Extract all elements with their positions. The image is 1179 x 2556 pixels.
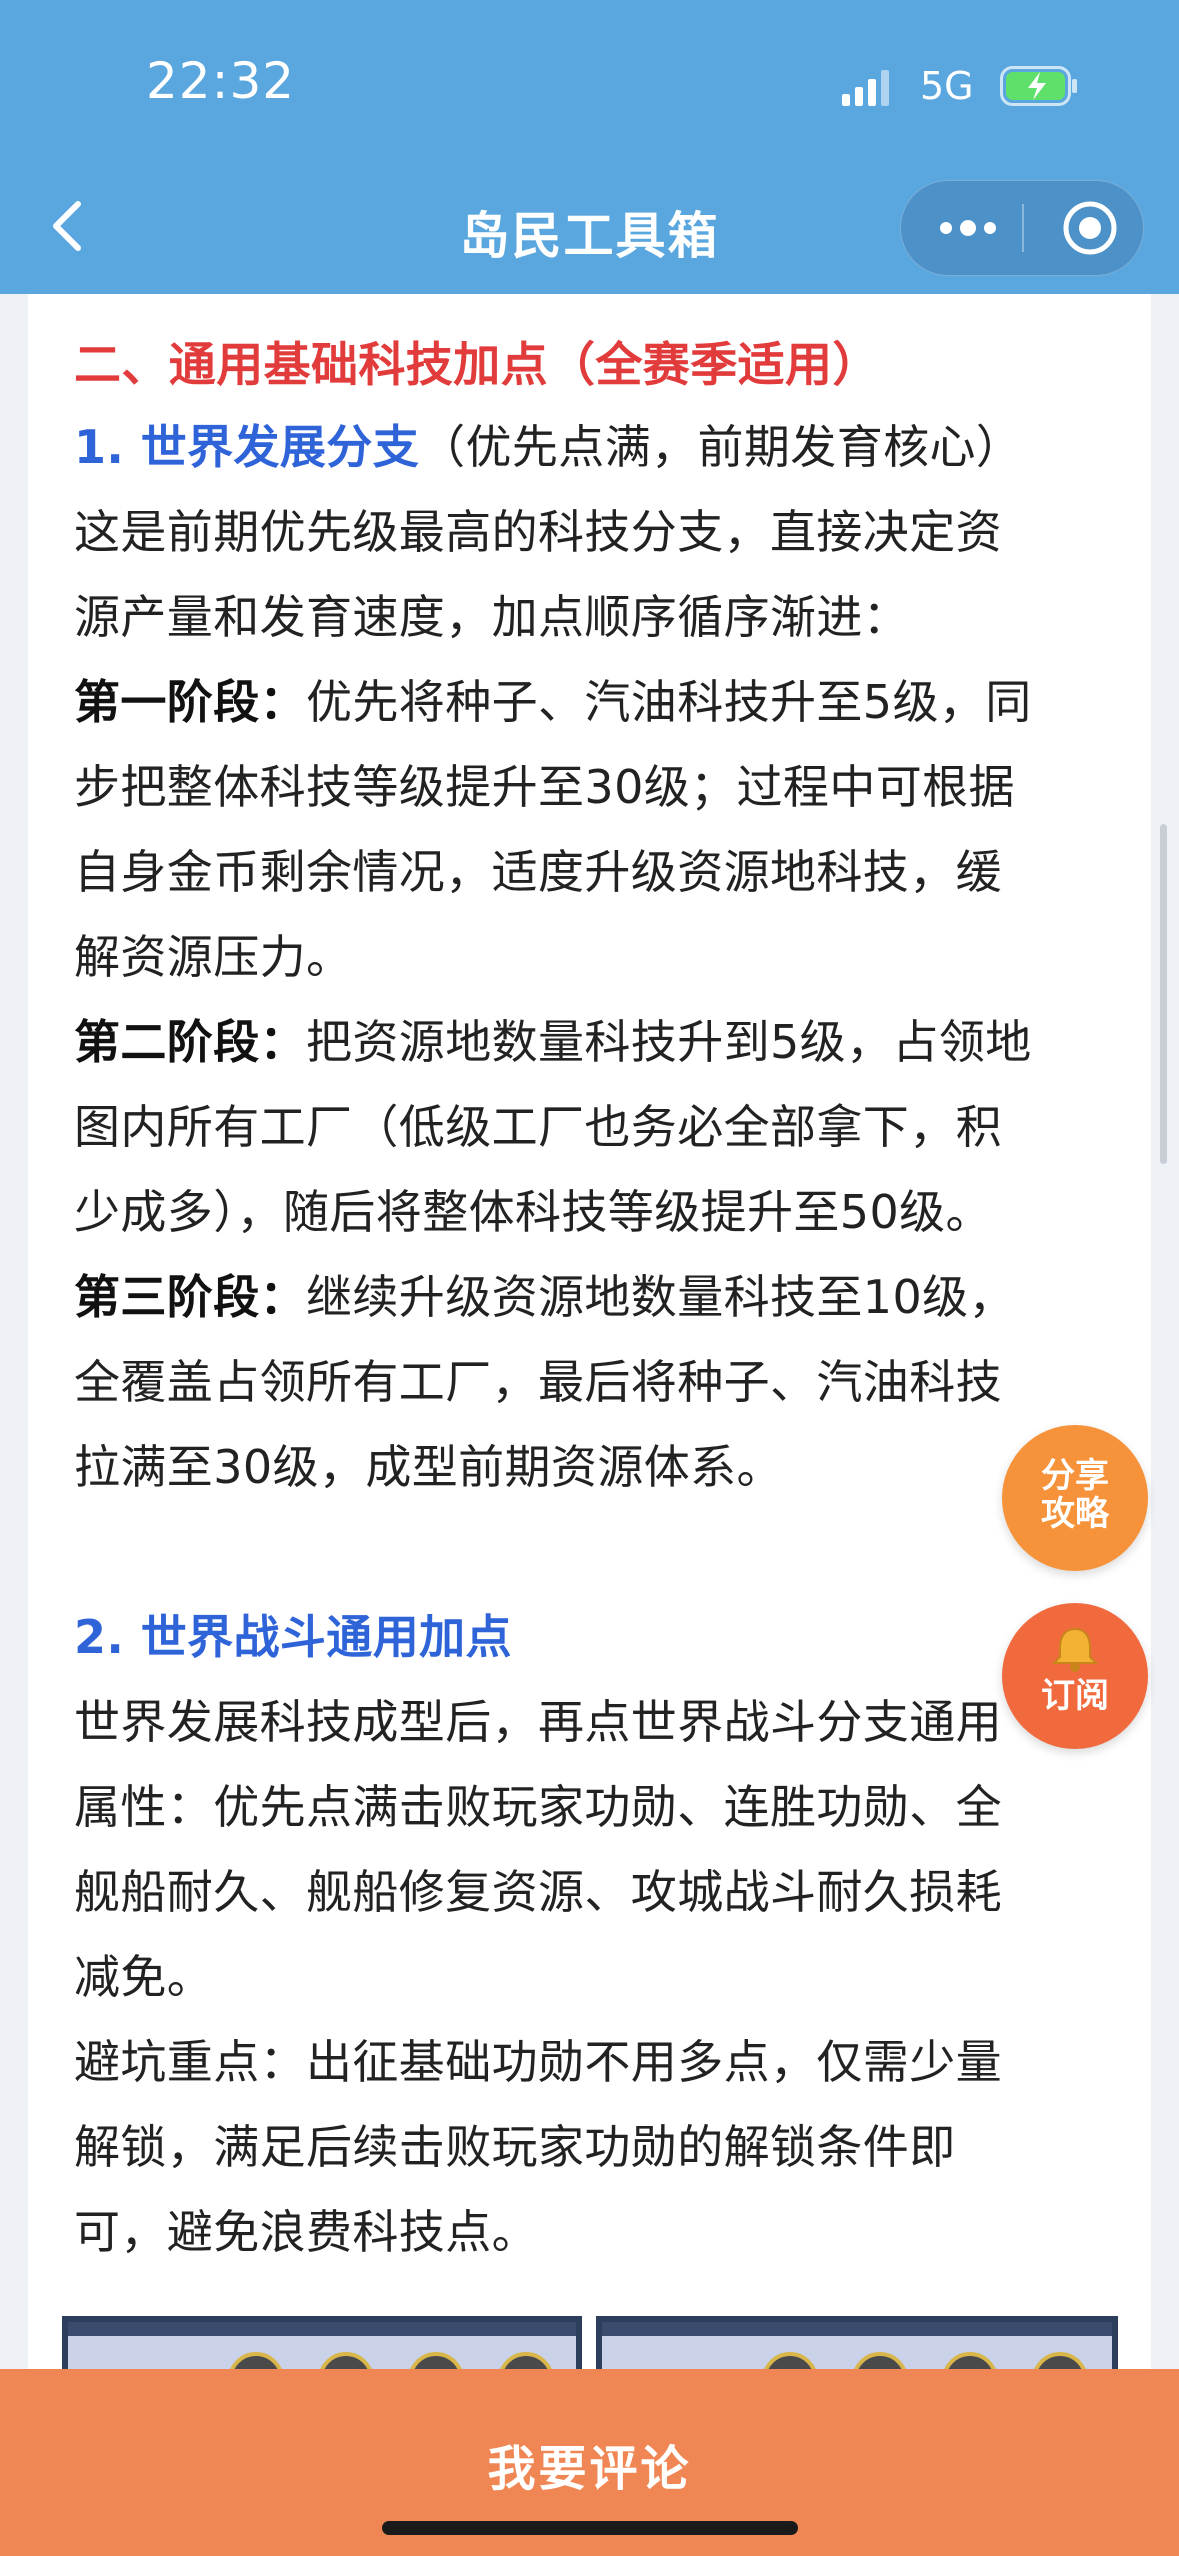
close-miniprogram-button[interactable] [1060, 198, 1120, 258]
scrollbar[interactable] [1160, 824, 1167, 1164]
stage-2-row: 第二阶段：把资源地数量科技升到5级，占领地 [74, 1006, 1032, 1072]
bell-icon [1051, 1627, 1099, 1672]
paragraph-line: 减免。 [74, 1950, 214, 2004]
paragraph-line: 属性：优先点满击败玩家功勋、连胜功勋、全 [74, 1780, 1002, 1834]
bottom-comment-bar[interactable]: 我要评论 [0, 2369, 1179, 2556]
subscribe-button[interactable]: 订阅 [1002, 1603, 1148, 1749]
share-label-line1: 分享 [1041, 1456, 1109, 1496]
paragraph-line: 避坑重点：出征基础功勋不用多点，仅需少量 [74, 2035, 1002, 2089]
paragraph-line: 图内所有工厂（低级工厂也务必全部拿下，积 [74, 1100, 1002, 1154]
paragraph-line: 可，避免浪费科技点。 [74, 2205, 538, 2259]
subheading-1: 1. 世界发展分支 [74, 420, 420, 474]
screen: 22:32 5G 岛民工具箱 二、通用基础科技加点（全赛季适用） 1. 世界发展… [0, 0, 1179, 2556]
subheading-1-note: （优先点满，前期发育核心） [419, 420, 1023, 474]
paragraph-line: 少成多），随后将整体科技等级提升至50级。 [74, 1185, 992, 1239]
paragraph-line: 解资源压力。 [74, 930, 353, 984]
paragraph-line: 舰船耐久、舰船修复资源、攻城战斗耐久损耗 [74, 1865, 1002, 1919]
more-options-button[interactable] [930, 200, 1006, 256]
home-indicator [382, 2521, 798, 2535]
paragraph-line: 源产量和发育速度，加点顺序循序渐进： [74, 590, 910, 644]
paragraph-line: 自身金币剩余情况，适度升级资源地科技，缓 [74, 845, 1002, 899]
paragraph-line: 拉满至30级，成型前期资源体系。 [74, 1440, 783, 1494]
capsule-divider [1022, 204, 1024, 252]
article-scroll-area[interactable]: 二、通用基础科技加点（全赛季适用） 1. 世界发展分支（优先点满，前期发育核心）… [0, 294, 1179, 2369]
article-image-thumbnail[interactable] [62, 2316, 582, 2376]
header: 22:32 5G 岛民工具箱 [0, 0, 1179, 294]
battery-charging-icon [1000, 66, 1077, 106]
paragraph-line: 解锁，满足后续击败玩家功勋的解锁条件即 [74, 2120, 956, 2174]
stage-1-text: 优先将种子、汽油科技升至5级，同 [306, 675, 1032, 729]
stage-3-text: 继续升级资源地数量科技至10级， [306, 1270, 1015, 1324]
write-comment-button[interactable]: 我要评论 [0, 2429, 1179, 2499]
stage-1-row: 第一阶段：优先将种子、汽油科技升至5级，同 [74, 666, 1032, 732]
network-type: 5G [920, 64, 974, 108]
article-card: 二、通用基础科技加点（全赛季适用） 1. 世界发展分支（优先点满，前期发育核心）… [28, 294, 1151, 2369]
share-label-line2: 攻略 [1041, 1494, 1109, 1534]
paragraph-line: 步把整体科技等级提升至30级；过程中可根据 [74, 760, 1015, 814]
subscribe-label: 订阅 [1041, 1676, 1109, 1716]
stage-2-label: 第二阶段： [74, 1015, 306, 1069]
share-guide-button[interactable]: 分享 攻略 [1002, 1425, 1148, 1571]
status-time: 22:32 [146, 52, 296, 110]
stage-1-label: 第一阶段： [74, 675, 306, 729]
paragraph-line: 这是前期优先级最高的科技分支，直接决定资 [74, 505, 1002, 559]
subheading-1-row: 1. 世界发展分支（优先点满，前期发育核心） [74, 411, 1022, 477]
signal-icon [842, 70, 889, 106]
stage-2-text: 把资源地数量科技升到5级，占领地 [306, 1015, 1032, 1069]
subheading-2: 2. 世界战斗通用加点 [74, 1610, 512, 1664]
stage-3-row: 第三阶段：继续升级资源地数量科技至10级， [74, 1261, 1015, 1327]
paragraph-line: 全覆盖占领所有工厂，最后将种子、汽油科技 [74, 1355, 1002, 1409]
paragraph-line: 世界发展科技成型后，再点世界战斗分支通用 [74, 1695, 1002, 1749]
section-heading: 二、通用基础科技加点（全赛季适用） [74, 338, 880, 393]
article-image-thumbnail[interactable] [596, 2316, 1118, 2376]
stage-3-label: 第三阶段： [74, 1270, 306, 1324]
